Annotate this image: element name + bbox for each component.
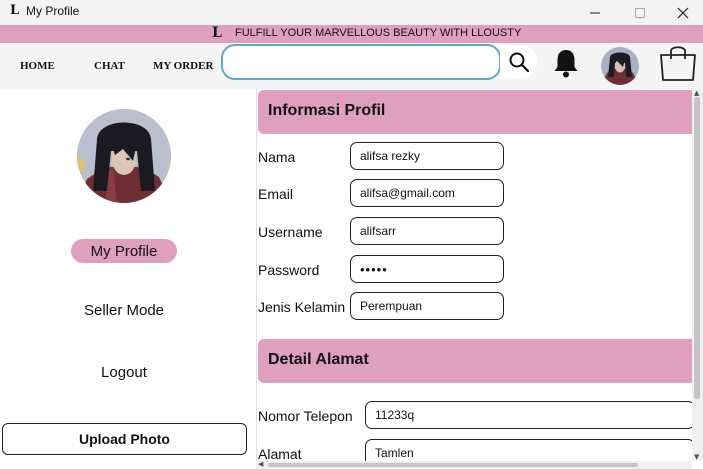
cart-icon [660,46,696,81]
phone-field[interactable]: 11233q [365,401,692,429]
maximize-icon [634,7,645,18]
search-button[interactable] [500,45,537,79]
jenis-kelamin-field[interactable]: Perempuan [350,292,504,320]
brand-logo: L [212,25,222,41]
field-label-username: Username [258,224,323,240]
window-title: My Profile [26,4,80,18]
nav-my-order[interactable]: MY ORDER [153,60,213,72]
menu-seller-mode[interactable]: Seller Mode [40,302,208,319]
address-section-header: Detail Alamat [258,339,692,383]
minimize-icon [589,12,600,13]
close-icon [677,7,688,18]
search-icon [509,52,529,73]
horizontal-scrollbar[interactable]: ◀ [256,460,692,469]
scroll-down-icon[interactable]: ▼ [694,453,699,461]
field-label-email: Email [258,186,294,202]
field-label-jenis-kelamin: Jenis Kelamin [258,299,346,315]
maximize-button[interactable] [617,0,662,25]
username-field[interactable]: alifsarr [350,217,504,245]
cart-button[interactable] [657,43,699,83]
bell-icon [554,50,578,78]
app-logo: L [10,3,20,18]
nav-chat[interactable]: CHAT [94,60,125,72]
scroll-up-icon[interactable]: ▲ [694,89,699,97]
minimize-button[interactable] [572,0,617,25]
avatar-image [601,47,639,85]
alamat-field[interactable]: Tamlen [365,439,692,461]
nama-field[interactable]: alifsa rezky [350,142,504,170]
notification-button[interactable] [550,47,582,79]
nav-avatar[interactable] [601,47,639,85]
horizontal-scroll-thumb[interactable] [268,463,638,467]
scroll-left-icon[interactable]: ◀ [258,460,263,468]
profile-section-header: Informasi Profil [258,90,692,134]
close-button[interactable] [660,0,703,25]
field-label-alamat: Alamat [258,446,302,461]
field-label-password: Password [258,262,320,278]
field-label-nama: Nama [258,149,296,165]
profile-avatar [77,109,171,203]
profile-photo [77,109,171,203]
promo-banner: L FULFILL YOUR MARVELLOUS BEAUTY WITH LL… [0,25,703,43]
search-input[interactable] [221,44,501,80]
profile-section-title: Informasi Profil [268,102,386,119]
window-titlebar: L My Profile [0,0,703,25]
menu-my-profile[interactable]: My Profile [71,239,177,263]
email-field[interactable]: alifsa@gmail.com [350,179,504,207]
profile-content: Informasi Profil Nama alifsa rezky Email… [256,89,692,461]
menu-logout[interactable]: Logout [40,364,208,381]
field-label-nomor-telepon: Nomor Telepon [258,408,353,424]
vertical-scrollbar[interactable]: ▲ ▼ [692,89,703,461]
nav-home[interactable]: HOME [20,60,55,72]
upload-photo-button[interactable]: Upload Photo [2,423,247,455]
address-section-title: Detail Alamat [268,351,369,368]
vertical-scroll-thumb[interactable] [694,97,700,399]
password-field[interactable]: ••••• [350,255,504,283]
banner-tagline: FULFILL YOUR MARVELLOUS BEAUTY WITH LLOU… [235,27,522,39]
